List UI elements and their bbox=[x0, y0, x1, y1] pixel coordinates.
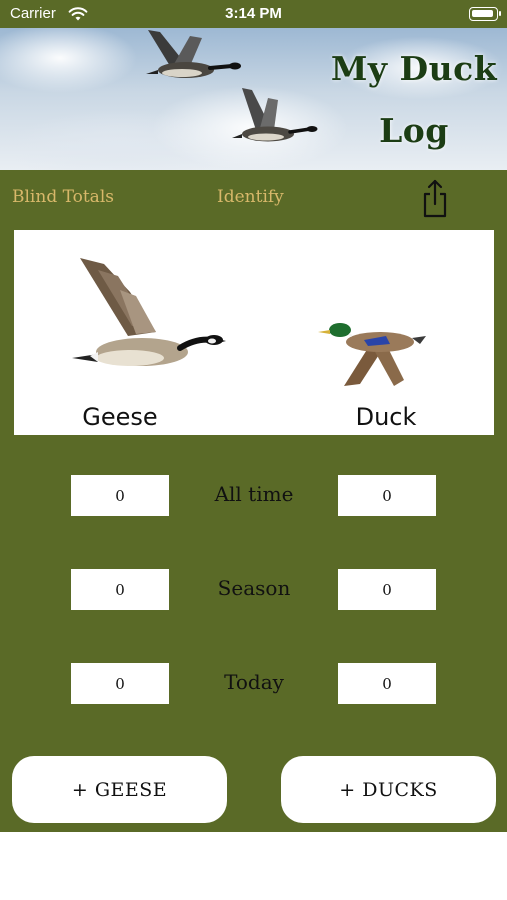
flying-goose-image bbox=[146, 30, 241, 78]
duck-label: Duck bbox=[355, 403, 417, 431]
row-label-today: Today bbox=[224, 670, 284, 694]
app-title: My Duck Log bbox=[330, 38, 498, 162]
geese-season-count: 0 bbox=[71, 569, 169, 610]
battery-icon bbox=[469, 7, 501, 21]
flying-goose-image bbox=[232, 88, 318, 142]
blind-totals-link[interactable]: Blind Totals bbox=[12, 187, 114, 207]
row-label-season: Season bbox=[217, 576, 291, 600]
ducks-season-count: 0 bbox=[338, 569, 436, 610]
identify-link[interactable]: Identify bbox=[217, 187, 284, 207]
add-ducks-button[interactable]: + DUCKS bbox=[281, 756, 496, 823]
goose-image bbox=[72, 258, 226, 366]
geese-label: Geese bbox=[82, 403, 158, 431]
header-banner: My Duck Log bbox=[0, 28, 507, 170]
species-panel: Geese Duck bbox=[14, 230, 494, 435]
ducks-today-count: 0 bbox=[338, 663, 436, 704]
app-screen: Carrier 3:14 PM My Duck Log Blind Totals… bbox=[0, 0, 507, 832]
share-icon[interactable] bbox=[419, 178, 451, 220]
ducks-all-time-count: 0 bbox=[338, 475, 436, 516]
clock: 3:14 PM bbox=[225, 5, 282, 22]
duck-image bbox=[318, 323, 426, 386]
geese-all-time-count: 0 bbox=[71, 475, 169, 516]
add-geese-button[interactable]: + GEESE bbox=[12, 756, 227, 823]
status-bar: Carrier 3:14 PM bbox=[0, 0, 507, 28]
app-title-line-2: Log bbox=[379, 111, 449, 150]
app-title-line-1: My Duck bbox=[330, 49, 498, 88]
geese-today-count: 0 bbox=[71, 663, 169, 704]
row-label-all-time: All time bbox=[214, 482, 294, 506]
